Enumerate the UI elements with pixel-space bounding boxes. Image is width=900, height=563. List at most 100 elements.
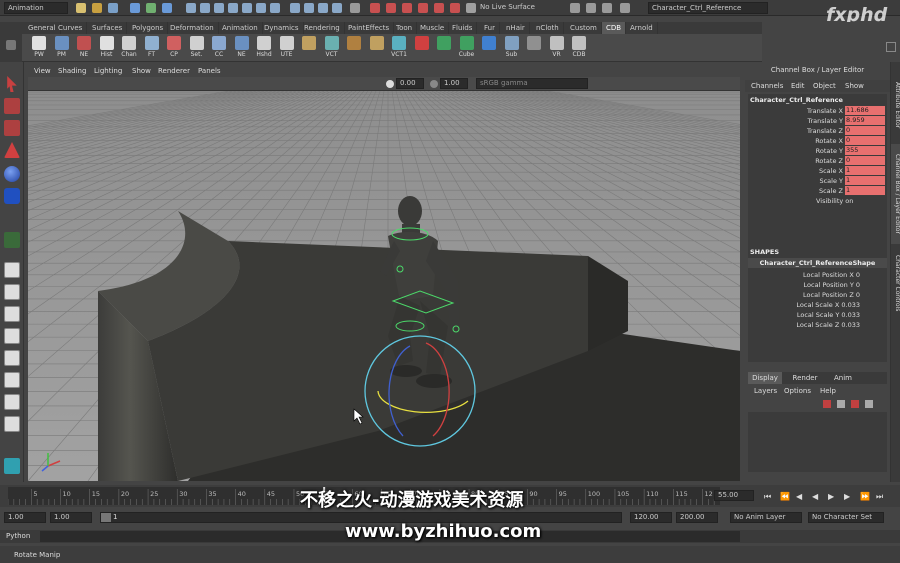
channel-row[interactable]: Scale Z1 [748,186,888,196]
step-forward-frame-icon[interactable]: ▶ [844,492,850,501]
options-menu[interactable]: Options [784,387,811,395]
show-manip-icon[interactable] [4,232,20,248]
live-surface-icon[interactable] [466,3,476,13]
shelf-tab-rendering[interactable]: Rendering [300,22,345,34]
end-time-field[interactable]: 200.00 [676,512,718,523]
shelf-button-ute-icon[interactable] [279,36,294,50]
shelf-button-icon-15-icon[interactable] [369,36,384,50]
channel-value[interactable]: 0 [845,126,885,135]
shelf-tab-animation[interactable]: Animation [218,22,263,34]
rename-icon[interactable] [620,3,630,13]
viewport-menu-lighting[interactable]: Lighting [94,66,122,77]
go-to-start-icon[interactable]: ⏮ [764,492,771,502]
shelf-button-ne-icon[interactable] [234,36,249,50]
channel-value[interactable]: 1 [845,176,885,185]
layout-four-icon[interactable] [4,284,20,300]
mask-icon-3[interactable] [214,3,224,13]
relative-mode-icon[interactable] [602,3,612,13]
shape-channel-row[interactable]: Local Scale Z 0.033 [748,320,860,330]
shelf-tab-curves[interactable]: Curves [54,22,88,34]
side-tab-character-controls[interactable]: Character Controls [891,248,900,318]
character-set-dropdown[interactable]: No Character Set [808,512,884,523]
shelf-button-chan-icon[interactable] [122,36,136,50]
shelf-tab-toon[interactable]: Toon [392,22,418,34]
ipr-render-icon[interactable] [386,3,396,13]
shelf-button-vct1-icon[interactable] [392,36,406,50]
side-tab-attribute-editor[interactable]: Attribute Editor [891,70,900,140]
layer-move-up-icon[interactable] [851,400,859,408]
shelf-tab-nhair[interactable]: nHair [502,22,530,34]
shelf-tab-painteffects[interactable]: PaintEffects [344,22,395,34]
select-object-icon[interactable] [146,3,156,13]
visibility-row[interactable]: Visibility on [748,196,888,206]
shape-channel-row[interactable]: Local Position Z 0 [748,290,860,300]
perspective-viewport[interactable] [28,91,740,481]
play-forward-icon[interactable]: ▶ [828,492,834,501]
shelf-tab-dynamics[interactable]: Dynamics [260,22,304,34]
current-frame-field[interactable]: 55.00 [714,490,754,501]
exposure-field[interactable]: 0.00 [396,78,424,89]
mask-icon-1[interactable] [186,3,196,13]
save-scene-icon[interactable] [108,3,118,13]
channel-row[interactable]: Translate Z0 [748,126,888,136]
render-icon[interactable] [370,3,380,13]
layout-single-icon[interactable] [4,262,20,278]
step-back-frame-icon[interactable]: ◀ [796,492,802,501]
channel-value[interactable]: 11.686 [845,106,885,115]
shelf-tab-deformation[interactable]: Deformation [166,22,219,34]
shape-channel-row[interactable]: Local Position Y 0 [748,280,860,290]
edit-menu[interactable]: Edit [791,82,805,90]
snap-surface-icon[interactable] [332,3,342,13]
gamma-field[interactable]: 1.00 [440,78,468,89]
hypershade-icon[interactable] [418,3,428,13]
hypergraph-icon[interactable] [4,458,20,474]
playback-start-field[interactable]: 1.00 [50,512,92,523]
shelf-button-cube-icon[interactable] [459,36,474,50]
channel-row[interactable]: Rotate X0 [748,136,888,146]
lasso-tool-icon[interactable] [4,98,20,114]
tab-anim[interactable]: Anim [828,372,858,384]
shelf-button-cdb-icon[interactable] [572,36,586,50]
shelf-button-ne-icon[interactable] [77,36,91,50]
playback-end-field[interactable]: 120.00 [630,512,672,523]
shelf-scroll-icon[interactable] [886,42,896,52]
viewport-menu-show[interactable]: Show [132,66,151,77]
side-tab-channel-box[interactable]: Channel Box / Layer Editor [891,144,900,244]
new-layer-selected-icon[interactable] [837,400,845,408]
shelf-button-icon-18-icon[interactable] [437,36,451,50]
shelf-button-icon-14-icon[interactable] [347,36,361,50]
tab-render[interactable]: Render [788,372,822,384]
history-icon[interactable] [350,3,360,13]
layout-outliner-icon[interactable] [4,350,20,366]
channel-row[interactable]: Rotate Y 355 [748,146,888,156]
start-time-field[interactable]: 1.00 [4,512,46,523]
shelf-button-cc-icon[interactable] [212,36,226,50]
channel-row[interactable]: Rotate Z0 [748,156,888,166]
shelf-button-hshd-icon[interactable] [257,36,271,50]
paint-select-icon[interactable] [4,120,20,136]
channel-row[interactable]: Scale X1 [748,166,888,176]
layers-menu[interactable]: Layers [754,387,777,395]
shelf-tab-fluids[interactable]: Fluids [448,22,478,34]
viewport-menu-panels[interactable]: Panels [198,66,221,77]
render-icon-2[interactable] [450,3,460,13]
input-box-icon[interactable] [570,3,580,13]
move-tool-icon[interactable] [4,142,20,158]
channel-row[interactable]: Translate Y 8.959 [748,116,888,126]
rotate-tool-icon[interactable] [4,166,20,182]
shelf-button-icon-12-icon[interactable] [302,36,316,50]
viewport-menu-view[interactable]: View [34,66,51,77]
mask-icon-7[interactable] [270,3,280,13]
transform-field-icon[interactable] [586,3,596,13]
snap-grid-icon[interactable] [290,3,300,13]
select-component-icon[interactable] [162,3,172,13]
shelf-tab-polygons[interactable]: Polygons [128,22,169,34]
viewport-menu-shading[interactable]: Shading [58,66,86,77]
layout-graph-editor-icon[interactable] [4,416,20,432]
mask-icon-5[interactable] [242,3,252,13]
channel-value[interactable]: 355 [845,146,885,155]
shelf-tab-surfaces[interactable]: Surfaces [88,22,128,34]
select-hierarchy-icon[interactable] [130,3,140,13]
channels-menu[interactable]: Channels [751,82,783,90]
object-name-field[interactable]: Character_Ctrl_Reference [648,2,768,14]
